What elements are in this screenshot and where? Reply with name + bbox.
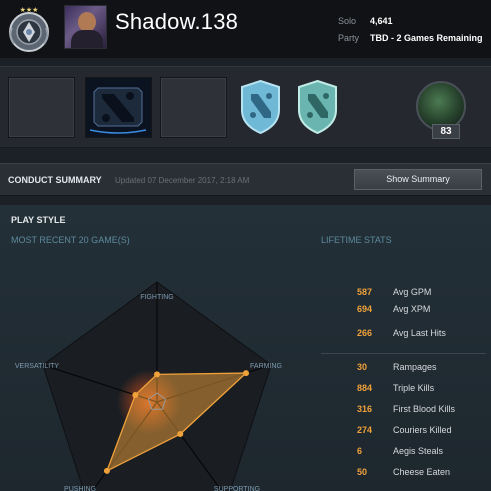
- lifetime-stat-row: 694 Avg XPM: [321, 304, 486, 320]
- conduct-title: CONDUCT SUMMARY: [8, 175, 102, 185]
- lifetime-stat-row: 587 Avg GPM: [321, 287, 486, 303]
- solo-value: 4,641: [370, 16, 393, 26]
- party-value: TBD - 2 Games Remaining: [370, 33, 483, 43]
- showcase-bar: 83: [0, 66, 491, 148]
- lifetime-stat-label: Couriers Killed: [393, 425, 452, 435]
- lifetime-stat-label: Avg Last Hits: [393, 328, 446, 338]
- solo-label: Solo: [338, 16, 357, 26]
- play-style-radar: FIGHTING FARMING SUPPORTING PUSHING VERSATIL…: [15, 281, 282, 491]
- conduct-summary-bar: CONDUCT SUMMARY Updated 07 December 2017…: [0, 163, 491, 196]
- lifetime-stat-label: Triple Kills: [393, 383, 435, 393]
- radar-data-point: [103, 467, 110, 474]
- lifetime-stat-value: 884: [357, 383, 373, 393]
- lifetime-stat-label: Cheese Eaten: [393, 467, 451, 477]
- player-name: Shadow.138: [115, 9, 239, 34]
- lifetime-stat-row: 30 Rampages: [321, 362, 486, 378]
- lifetime-stat-row: 266 Avg Last Hits: [321, 328, 486, 344]
- show-summary-button[interactable]: Show Summary: [354, 169, 482, 190]
- radar-data-point: [132, 391, 139, 398]
- radar-axis-label: FIGHTING: [140, 294, 173, 301]
- radar-axis-label: SUPPORTING: [214, 486, 260, 491]
- lifetime-stat-label: Avg XPM: [393, 304, 431, 314]
- lifetime-stat-row: 50 Cheese Eaten: [321, 467, 486, 483]
- lifetime-stat-value: 694: [357, 304, 373, 314]
- lifetime-stat-label: Avg GPM: [393, 287, 432, 297]
- radar-data-point: [177, 431, 184, 438]
- lifetime-stat-value: 6: [357, 446, 363, 456]
- radar-data-point: [243, 370, 250, 377]
- divider: [321, 353, 486, 354]
- rank-medal-icon: ★★★: [9, 6, 49, 52]
- lifetime-stats-title: LIFETIME STATS: [321, 235, 392, 245]
- player-avatar[interactable]: [64, 5, 107, 49]
- showcase-slot-3[interactable]: [160, 77, 227, 138]
- lifetime-stat-value: 30: [357, 362, 368, 372]
- showcase-slot-2[interactable]: [85, 77, 152, 138]
- play-style-panel: PLAY STYLE MOST RECENT 20 GAME(S) LIFETI…: [0, 205, 491, 491]
- radar-axis-label: VERSATILITY: [15, 363, 60, 370]
- dota-logo-icon: [86, 78, 151, 137]
- lifetime-stat-value: 50: [357, 467, 368, 477]
- lifetime-stat-value: 266: [357, 328, 373, 338]
- lifetime-stat-row: 6 Aegis Steals: [321, 446, 486, 462]
- dota-shield-icon[interactable]: [297, 80, 338, 134]
- party-label: Party: [338, 33, 360, 43]
- lifetime-stat-label: Rampages: [393, 362, 437, 372]
- dota-shield-icon[interactable]: [240, 80, 281, 134]
- profile-header: ★★★ Shadow.138 Solo 4,641 Party TBD - 2 …: [0, 0, 491, 58]
- lifetime-stat-value: 274: [357, 425, 373, 435]
- lifetime-stat-row: 274 Couriers Killed: [321, 425, 486, 441]
- showcase-slot-1[interactable]: [8, 77, 75, 138]
- lifetime-stat-label: First Blood Kills: [393, 404, 456, 414]
- radar-data-point: [154, 371, 160, 378]
- lifetime-stat-label: Aegis Steals: [393, 446, 444, 456]
- radar-axis-label: FARMING: [250, 363, 282, 370]
- lifetime-stat-row: 316 First Blood Kills: [321, 404, 486, 420]
- lifetime-stat-value: 587: [357, 287, 373, 297]
- radar-axis-label: PUSHING: [64, 486, 96, 491]
- svg-text:★★★: ★★★: [20, 6, 39, 14]
- lifetime-stat-row: 884 Triple Kills: [321, 383, 486, 399]
- conduct-updated: Updated 07 December 2017, 2:18 AM: [115, 176, 250, 185]
- hero-level-badge: 83: [432, 124, 460, 139]
- lifetime-stat-value: 316: [357, 404, 373, 414]
